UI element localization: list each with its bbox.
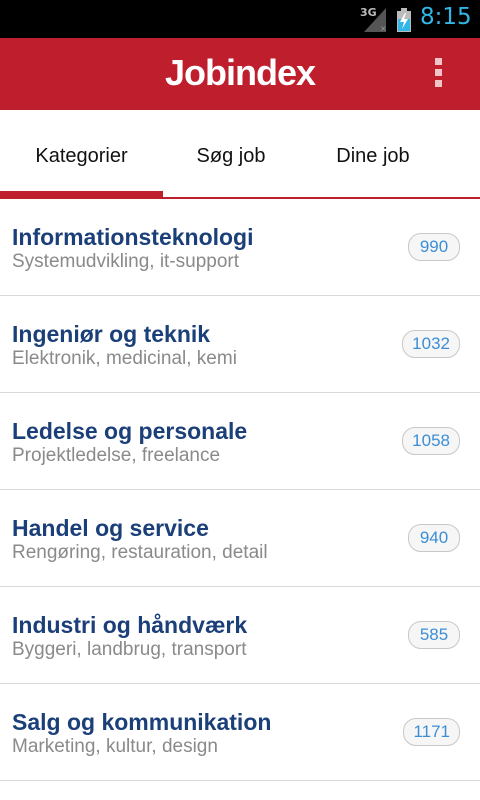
app-title: Jobindex [164, 52, 316, 93]
category-subtitle: Projektledelse, freelance [12, 445, 221, 466]
category-subtitle: Rengøring, restauration, detail [12, 542, 268, 563]
tab-label: Søg job [196, 145, 266, 167]
job-count-badge: 585 [408, 621, 460, 649]
category-item[interactable]: Handel og service Rengøring, restauratio… [0, 490, 480, 587]
tab-kategorier[interactable]: Kategorier [0, 110, 163, 199]
status-bar: 3G × 8:15 [0, 0, 480, 38]
category-name: Informationsteknologi [12, 224, 254, 250]
overflow-menu-icon[interactable] [428, 58, 448, 92]
job-count-badge: 990 [408, 233, 460, 261]
category-list: Informationsteknologi Systemudvikling, i… [0, 199, 480, 781]
job-count-badge: 1058 [402, 427, 460, 455]
tab-dine-job[interactable]: Dine job [299, 110, 447, 197]
category-item[interactable]: Informationsteknologi Systemudvikling, i… [0, 199, 480, 296]
category-name: Ledelse og personale [12, 418, 248, 444]
category-subtitle: Byggeri, landbrug, transport [12, 639, 247, 660]
svg-text:×: × [380, 24, 387, 32]
category-subtitle: Systemudvikling, it-support [12, 251, 240, 272]
category-subtitle: Elektronik, medicinal, kemi [12, 348, 237, 369]
signal-icon: × [364, 8, 387, 32]
category-subtitle: Marketing, kultur, design [12, 736, 218, 757]
tab-label: Kategorier [35, 145, 128, 167]
tab-label: Dine job [336, 145, 410, 167]
category-name: Handel og service [12, 515, 209, 541]
category-item[interactable]: Ledelse og personale Projektledelse, fre… [0, 393, 480, 490]
category-name: Industri og håndværk [12, 612, 248, 638]
tab-soeg-job[interactable]: Søg job [163, 110, 299, 197]
status-clock: 8:15 [420, 4, 472, 30]
category-name: Salg og kommunikation [12, 709, 272, 735]
job-count-badge: 1032 [402, 330, 460, 358]
tab-selected-indicator [0, 191, 163, 199]
tab-bar: Kategorier Søg job Dine job [0, 110, 480, 199]
app-bar: Jobindex [0, 38, 480, 110]
job-count-badge: 940 [408, 524, 460, 552]
battery-charging-icon [397, 8, 411, 32]
category-item[interactable]: Ingeniør og teknik Elektronik, medicinal… [0, 296, 480, 393]
job-count-badge: 1171 [403, 718, 460, 746]
category-name: Ingeniør og teknik [12, 321, 211, 347]
category-item[interactable]: Industri og håndværk Byggeri, landbrug, … [0, 587, 480, 684]
category-item[interactable]: Salg og kommunikation Marketing, kultur,… [0, 684, 480, 781]
